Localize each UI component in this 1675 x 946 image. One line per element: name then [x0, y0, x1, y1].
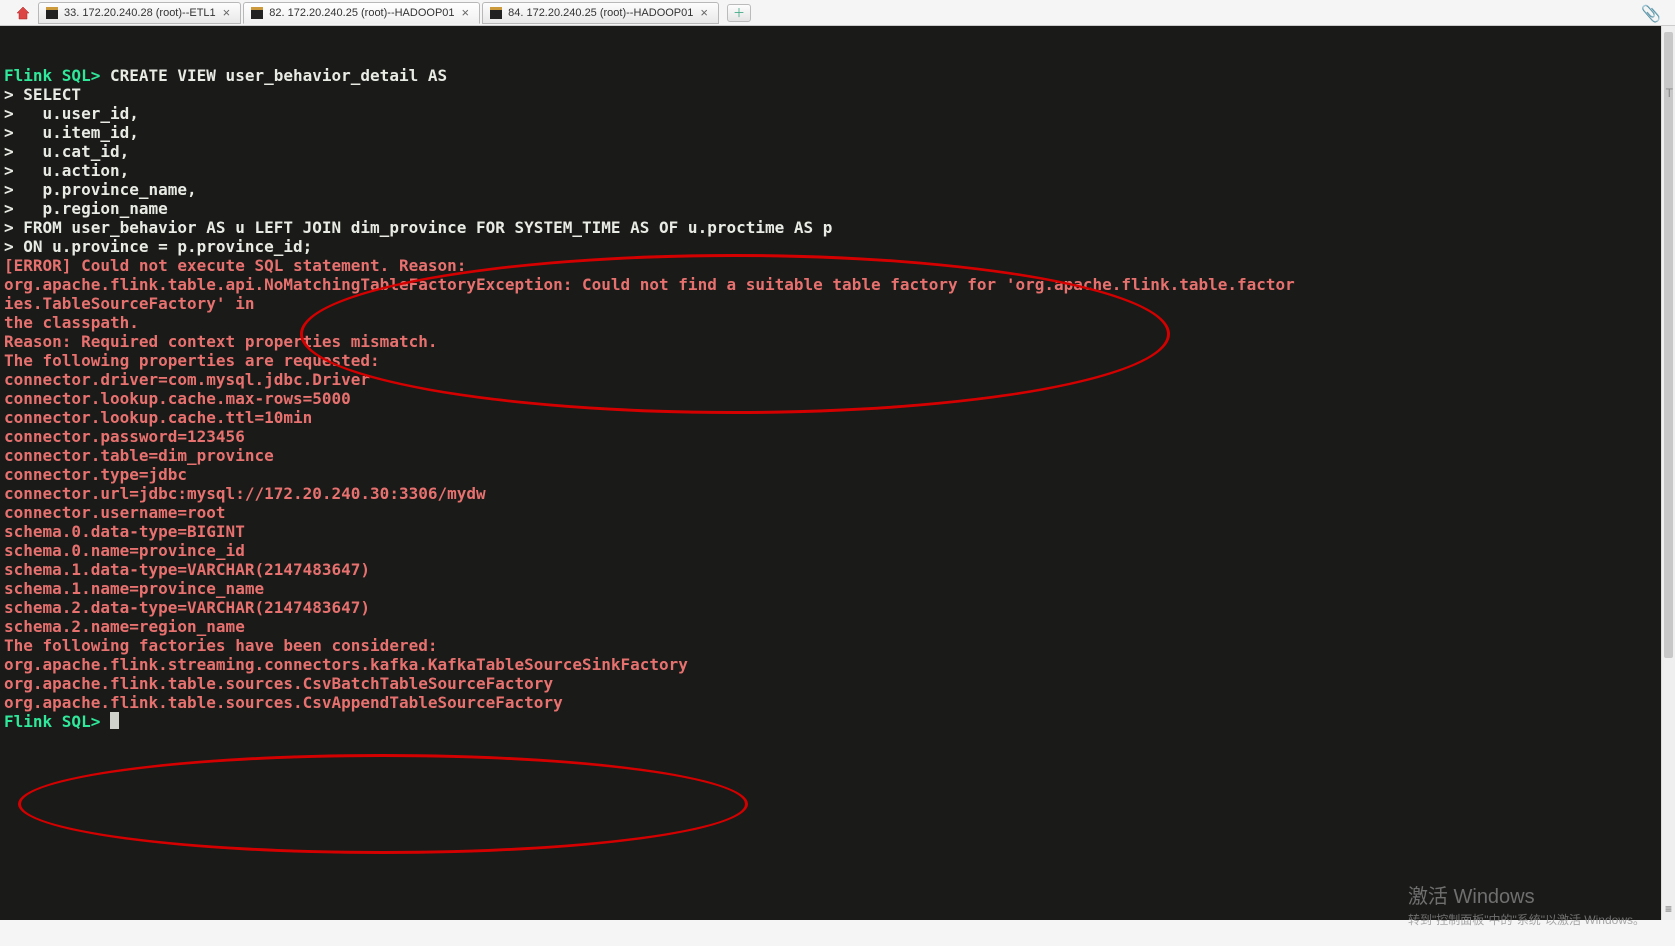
error-line: schema.0.name=province_id: [4, 541, 1657, 560]
hamburger-icon[interactable]: ≡: [1662, 902, 1675, 916]
error-line: schema.1.name=province_name: [4, 579, 1657, 598]
session-tab-1[interactable]: 82. 172.20.240.25 (root)--HADOOP01 ×: [243, 2, 480, 24]
tab-bar: 33. 172.20.240.28 (root)--ETL1×82. 172.2…: [0, 0, 1675, 26]
tab-label: 84. 172.20.240.25 (root)--HADOOP01: [508, 7, 693, 19]
error-line: connector.username=root: [4, 503, 1657, 522]
cursor: [110, 712, 119, 729]
error-line: [ERROR] Could not execute SQL statement.…: [4, 256, 1657, 275]
vertical-scrollbar[interactable]: ≡: [1661, 26, 1675, 920]
sql-continuation: > p.province_name,: [4, 180, 1657, 199]
error-line: schema.2.name=region_name: [4, 617, 1657, 636]
sql-continuation: > SELECT: [4, 85, 1657, 104]
error-line: connector.url=jdbc:mysql://172.20.240.30…: [4, 484, 1657, 503]
sql-continuation: > u.user_id,: [4, 104, 1657, 123]
error-line: connector.table=dim_province: [4, 446, 1657, 465]
error-line: org.apache.flink.table.sources.CsvAppend…: [4, 693, 1657, 712]
error-line: The following properties are requested:: [4, 351, 1657, 370]
error-line: schema.2.data-type=VARCHAR(2147483647): [4, 598, 1657, 617]
sql-continuation: > u.cat_id,: [4, 142, 1657, 161]
error-line: connector.type=jdbc: [4, 465, 1657, 484]
terminal-icon: [489, 6, 503, 20]
close-icon[interactable]: ×: [460, 5, 472, 20]
error-line: org.apache.flink.table.api.NoMatchingTab…: [4, 275, 1657, 294]
prompt-line[interactable]: Flink SQL>: [4, 712, 1657, 731]
error-line: connector.lookup.cache.max-rows=5000: [4, 389, 1657, 408]
error-line: The following factories have been consid…: [4, 636, 1657, 655]
tab-label: 33. 172.20.240.28 (root)--ETL1: [64, 7, 216, 19]
sql-continuation: > p.region_name: [4, 199, 1657, 218]
error-line: org.apache.flink.streaming.connectors.ka…: [4, 655, 1657, 674]
prompt-line: Flink SQL> CREATE VIEW user_behavior_det…: [4, 66, 1657, 85]
session-tab-2[interactable]: 84. 172.20.240.25 (root)--HADOOP01 ×: [482, 2, 719, 24]
scrollbar-thumb[interactable]: [1664, 32, 1673, 658]
error-line: connector.password=123456: [4, 427, 1657, 446]
close-icon[interactable]: ×: [698, 5, 710, 20]
sql-continuation: > FROM user_behavior AS u LEFT JOIN dim_…: [4, 218, 1657, 237]
sql-continuation: > ON u.province = p.province_id;: [4, 237, 1657, 256]
tab-label: 82. 172.20.240.25 (root)--HADOOP01: [269, 7, 454, 19]
sql-continuation: > u.item_id,: [4, 123, 1657, 142]
side-letter: T: [1666, 86, 1673, 100]
error-line: schema.1.data-type=VARCHAR(2147483647): [4, 560, 1657, 579]
bottom-whitespace: [0, 920, 1675, 946]
error-line: schema.0.data-type=BIGINT: [4, 522, 1657, 541]
terminal-icon: [45, 6, 59, 20]
home-icon[interactable]: [14, 4, 32, 22]
error-line: ies.TableSourceFactory' in: [4, 294, 1657, 313]
error-line: connector.driver=com.mysql.jdbc.Driver: [4, 370, 1657, 389]
error-line: the classpath.: [4, 313, 1657, 332]
add-tab-button[interactable]: ＋: [727, 4, 751, 22]
terminal-output[interactable]: Flink SQL> CREATE VIEW user_behavior_det…: [0, 26, 1661, 920]
sql-continuation: > u.action,: [4, 161, 1657, 180]
error-line: connector.lookup.cache.ttl=10min: [4, 408, 1657, 427]
error-line: org.apache.flink.table.sources.CsvBatchT…: [4, 674, 1657, 693]
close-icon[interactable]: ×: [221, 5, 233, 20]
session-tab-0[interactable]: 33. 172.20.240.28 (root)--ETL1 ×: [38, 2, 241, 24]
attachment-icon[interactable]: 📎: [1641, 4, 1661, 24]
error-line: Reason: Required context properties mism…: [4, 332, 1657, 351]
terminal-icon: [250, 6, 264, 20]
